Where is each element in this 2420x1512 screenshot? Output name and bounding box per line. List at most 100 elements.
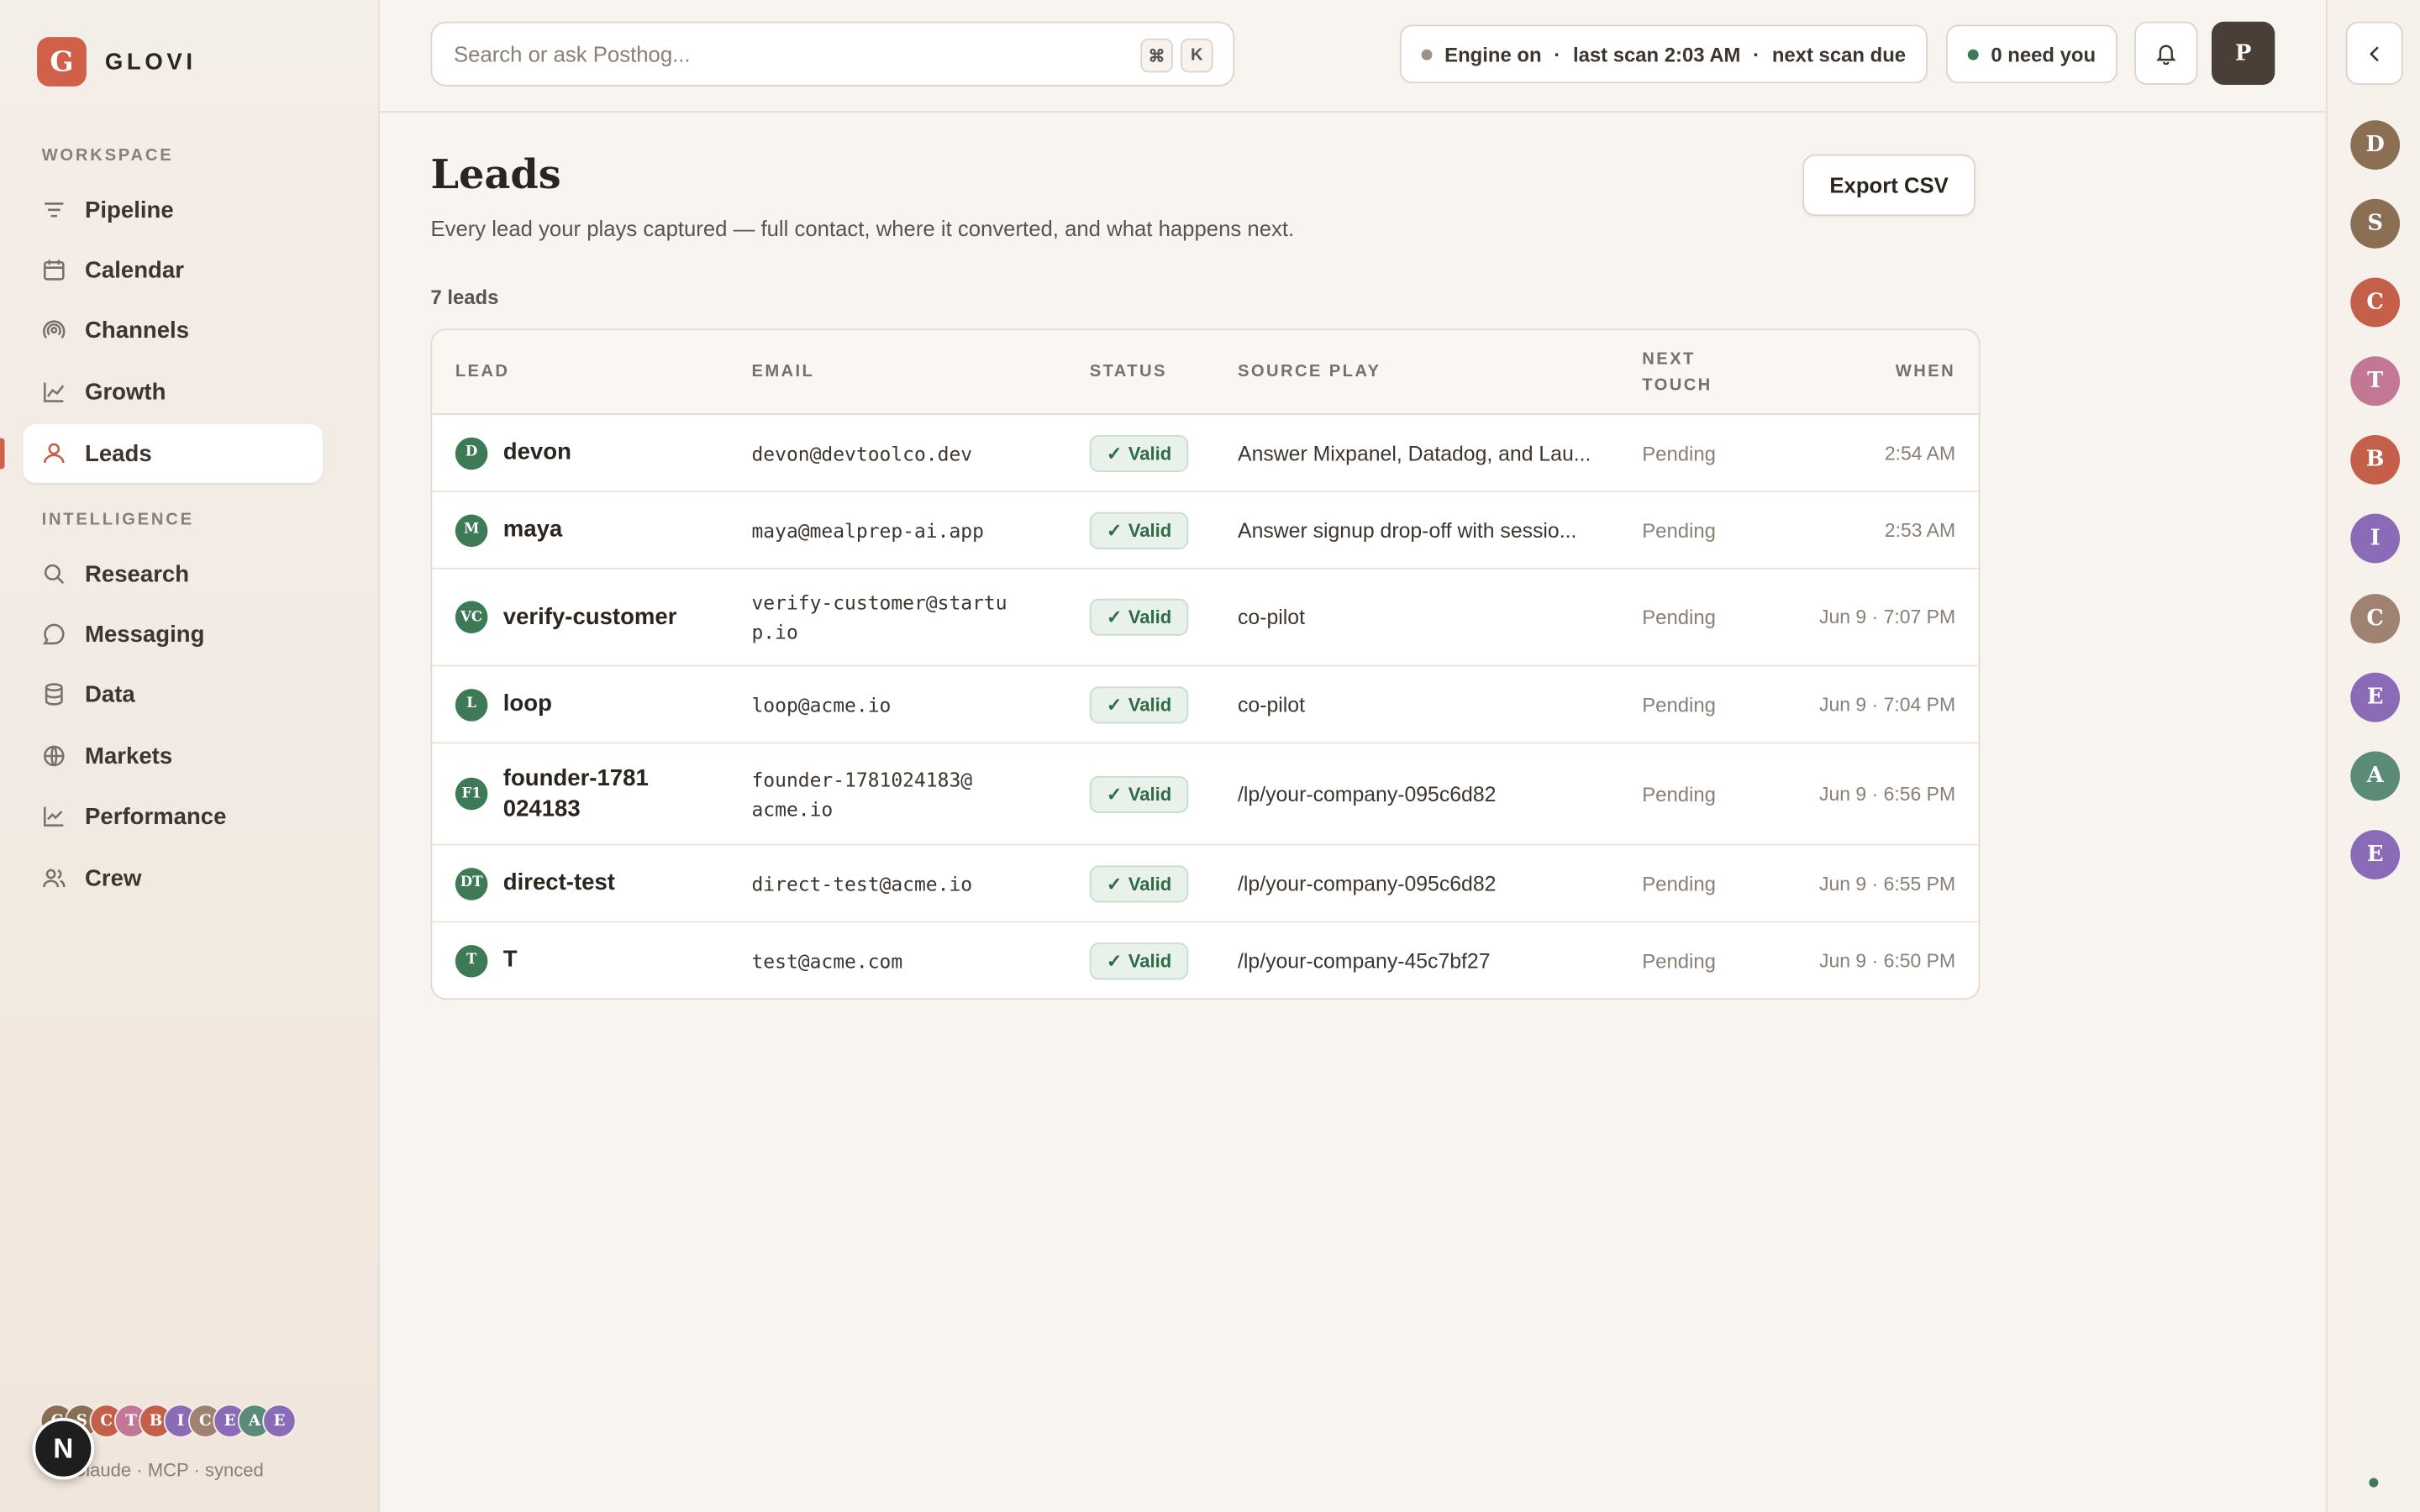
sidebar-item-markets[interactable]: Markets [24,727,323,785]
lead-cell: F1 founder-1781024183 [455,763,658,824]
growth-chart-icon [43,382,65,402]
table-row[interactable]: F1 founder-1781024183 founder-1781024183… [432,743,1979,846]
lead-name[interactable]: loop [503,689,552,720]
avatar: L [455,688,488,721]
source-play[interactable]: /lp/your-company-45c7bf27 [1238,949,1490,973]
sidebar-item-data[interactable]: Data [24,665,323,724]
avatar: E [262,1404,297,1438]
profile-avatar[interactable]: P [2211,21,2275,86]
source-play[interactable]: /lp/your-company-095c6d82 [1238,782,1496,806]
command-key: ⌘ [1140,38,1173,73]
sidebar-item-messaging[interactable]: Messaging [24,605,323,664]
table-row[interactable]: DT direct-test direct-test@acme.io ✓ Vali… [432,846,1979,923]
avatar[interactable]: D [2350,120,2401,171]
source-play[interactable]: co-pilot [1238,693,1305,717]
avatar[interactable]: C [2350,277,2401,328]
status-label: Valid [1128,949,1172,972]
column-header-source-play[interactable]: SOURCE PLAY [1238,363,1381,381]
table-row[interactable]: L loop loop@acme.io ✓ Valid co-pilot Pend… [432,666,1979,744]
sidebar: G GLOVI WORKSPACE Pipeline Calendar Chan… [0,0,380,1512]
app-logo[interactable]: G GLOVI [37,37,196,87]
avatar: DT [455,867,488,900]
column-header-email[interactable]: EMAIL [751,363,814,381]
lead-name[interactable]: verify-customer [503,601,677,633]
column-header-lead[interactable]: LEAD [455,363,510,381]
engine-status[interactable]: Engine on · last scan 2:03 AM · next sca… [1399,24,1928,84]
lead-email: loop@acme.io [751,692,892,717]
status-badge: ✓ Valid [1089,598,1189,636]
avatar[interactable]: E [2350,830,2401,879]
avatar[interactable]: B [2350,434,2401,485]
logo-mark: G [37,37,87,87]
lead-name[interactable]: direct-test [503,868,615,899]
sidebar-item-label: Messaging [85,621,205,648]
online-status-dot [2369,1478,2379,1488]
table-row[interactable]: D devon devon@devtoolco.dev ✓ Valid Answe… [432,415,1979,492]
check-icon: ✓ [1106,519,1123,541]
export-csv-button[interactable]: Export CSV [1802,154,1975,217]
table-row[interactable]: M maya maya@mealprep-ai.app ✓ Valid Answe… [432,492,1979,570]
when-timestamp: Jun 9 · 6:56 PM [1819,783,1956,805]
status-badge: ✓ Valid [1089,685,1189,723]
lead-cell: M maya [455,513,562,547]
collapse-rail-button[interactable] [2345,21,2403,86]
lead-name[interactable]: maya [503,515,562,546]
status-label: Valid [1128,693,1172,716]
avatar[interactable]: A [2350,751,2401,801]
search-icon [44,564,65,585]
avatar[interactable]: T [2350,356,2401,407]
avatar[interactable]: E [2350,672,2401,722]
sidebar-item-performance[interactable]: Performance [24,787,323,846]
lead-cell: T T [455,944,518,977]
sidebar-item-calendar[interactable]: Calendar [24,241,323,300]
avatar[interactable]: I [2350,513,2401,564]
lead-name[interactable]: T [503,945,518,976]
sidebar-item-label: Crew [85,864,142,891]
sidebar-item-label: Pipeline [85,197,174,223]
avatar: M [455,513,488,547]
search-input[interactable]: Search or ask Posthog... ⌘ K [430,21,1235,87]
avatar[interactable]: S [2350,198,2401,249]
source-play[interactable]: Answer signup drop-off with sessio... [1238,518,1576,542]
sidebar-item-channels[interactable]: Channels [24,301,323,360]
when-timestamp: 2:53 AM [1884,519,1956,541]
line-chart-icon [43,806,64,827]
check-icon: ✓ [1106,783,1123,805]
sidebar-item-crew[interactable]: Crew [24,848,323,907]
lead-email: direct-test@acme.io [751,871,973,895]
status-badge: ✓ Valid [1089,434,1189,472]
table-row[interactable]: T T test@acme.com ✓ Valid /lp/your-compan… [432,922,1978,998]
sidebar-item-pipeline[interactable]: Pipeline [24,181,323,239]
sidebar-item-label: Performance [85,803,227,830]
intelligence-section-label: INTELLIGENCE [41,510,194,529]
sidebar-item-research[interactable]: Research [24,544,323,603]
lead-email: founder-1781024183@acme.io [751,767,973,821]
lead-name[interactable]: founder-1781024183 [503,763,658,824]
sidebar-item-leads[interactable]: Leads [23,424,323,483]
column-header-status[interactable]: STATUS [1090,363,1167,381]
table-row[interactable]: VC verify-customer verify-customer@start… [432,570,1979,667]
avatar[interactable]: C [2350,594,2401,643]
need-you-button[interactable]: 0 need you [1946,24,2118,84]
table-header: LEAD EMAIL STATUS SOURCE PLAY NEXT TOUCH… [432,330,1979,416]
n-badge-button[interactable]: N [32,1417,95,1480]
next-touch: Pending [1642,692,1716,717]
lead-count: 7 leads [430,285,499,309]
next-touch: Pending [1642,605,1716,629]
next-touch: Pending [1642,441,1716,465]
notifications-button[interactable] [2134,21,2198,86]
column-header-next-line2: TOUCH [1642,376,1712,396]
column-header-next-touch[interactable]: NEXT TOUCH [1642,347,1712,399]
lead-name[interactable]: devon [503,438,571,469]
avatar: D [455,436,488,470]
status-label: Valid [1128,872,1172,895]
lead-cell: DT direct-test [455,867,615,900]
sidebar-item-growth[interactable]: Growth [24,363,323,422]
column-header-when[interactable]: WHEN [1896,363,1955,381]
source-play[interactable]: co-pilot [1238,606,1305,629]
check-icon: ✓ [1106,693,1123,716]
source-play[interactable]: /lp/your-company-095c6d82 [1238,872,1496,895]
avatar: VC [455,601,488,633]
status-badge: ✓ Valid [1089,942,1189,979]
source-play[interactable]: Answer Mixpanel, Datadog, and Lau... [1238,441,1591,465]
